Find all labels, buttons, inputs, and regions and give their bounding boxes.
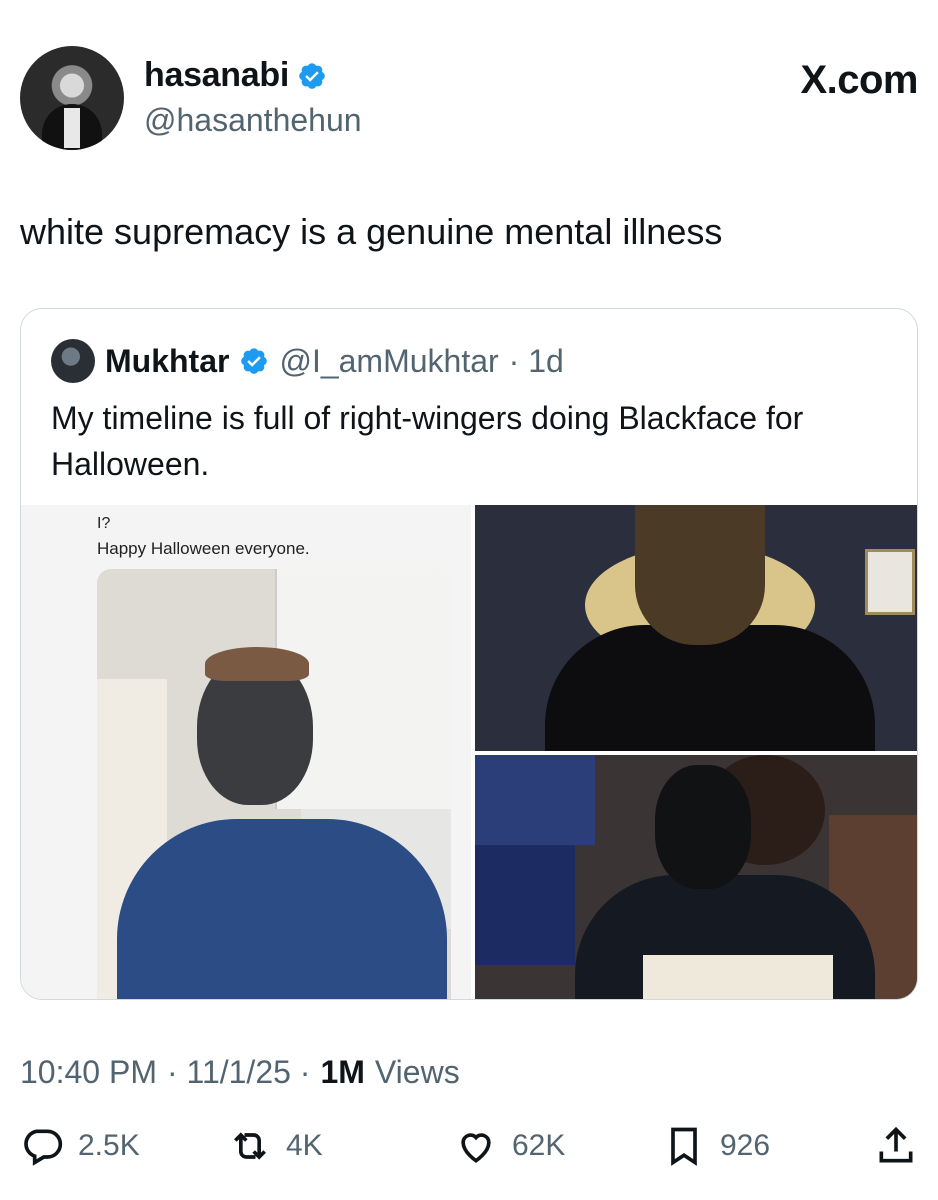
- photo-box: [643, 955, 833, 999]
- bookmark-count: 926: [720, 1129, 771, 1162]
- quote-timestamp[interactable]: · 1d: [509, 343, 564, 380]
- quote-media-grid: I? Happy Halloween everyone.: [21, 505, 917, 999]
- screenshot-caption: Happy Halloween everyone.: [97, 539, 310, 558]
- quote-header: Mukhtar @I_amMukhtar · 1d: [51, 339, 564, 383]
- views-count[interactable]: 1M: [320, 1054, 364, 1091]
- share-button[interactable]: [874, 1124, 918, 1168]
- verified-badge-icon: [299, 62, 325, 89]
- bookmark-icon: [671, 1127, 697, 1166]
- tweet-time[interactable]: 10:40 PM: [20, 1054, 157, 1091]
- repost-button[interactable]: 4K: [228, 1124, 323, 1168]
- tweet-text: white supremacy is a genuine mental illn…: [20, 211, 723, 252]
- author-name-row: hasanabi: [144, 56, 327, 95]
- quote-author-handle[interactable]: @I_amMukhtar: [279, 343, 498, 380]
- photo-person-hair: [205, 647, 309, 681]
- author-avatar[interactable]: [20, 46, 124, 150]
- share-icon: [879, 1126, 913, 1163]
- bookmark-button[interactable]: 926: [662, 1124, 770, 1168]
- photo-screen: [475, 845, 575, 965]
- tweet-date: · 11/1/25 ·: [166, 1054, 311, 1090]
- like-button[interactable]: 62K: [454, 1124, 565, 1168]
- reply-count: 2.5K: [78, 1129, 140, 1162]
- x-logo: X.com: [800, 58, 918, 102]
- repost-icon: [234, 1132, 266, 1160]
- reply-button[interactable]: 2.5K: [20, 1124, 140, 1168]
- photo-person-face: [655, 765, 751, 889]
- author-display-name[interactable]: hasanabi: [144, 56, 289, 95]
- avatar-shirt: [64, 108, 80, 148]
- heart-icon: [461, 1133, 491, 1163]
- screenshot-question: I?: [97, 515, 111, 532]
- action-bar: 2.5K 4K 62K 926: [20, 1124, 918, 1174]
- quote-tweet-card[interactable]: Mukhtar @I_amMukhtar · 1d My timeline is…: [20, 308, 918, 1000]
- quote-text: My timeline is full of right-wingers doi…: [51, 400, 804, 482]
- quote-verified-badge-icon: [241, 348, 268, 374]
- tweet-header: hasanabi @hasanthehun X.com: [20, 44, 918, 154]
- quote-author-avatar[interactable]: [51, 339, 95, 383]
- reply-icon: [24, 1129, 63, 1166]
- views-label: Views: [374, 1054, 460, 1090]
- photo-person-body: [117, 819, 447, 999]
- media-tile-screenshot[interactable]: I? Happy Halloween everyone.: [21, 505, 471, 999]
- repost-count: 4K: [286, 1129, 323, 1162]
- like-count: 62K: [512, 1129, 566, 1162]
- quote-author-name[interactable]: Mukhtar: [105, 343, 229, 380]
- media-tile-photo-2[interactable]: [475, 505, 917, 751]
- photo-person-face: [635, 505, 765, 645]
- photo-wall-frame: [865, 549, 915, 615]
- screenshot-photo: [97, 569, 451, 999]
- media-tile-photo-3[interactable]: [475, 755, 917, 999]
- photo-poster: [475, 755, 595, 845]
- tweet-meta: 10:40 PM · 11/1/25 · 1M Views: [20, 1054, 460, 1091]
- author-handle[interactable]: @hasanthehun: [144, 102, 362, 139]
